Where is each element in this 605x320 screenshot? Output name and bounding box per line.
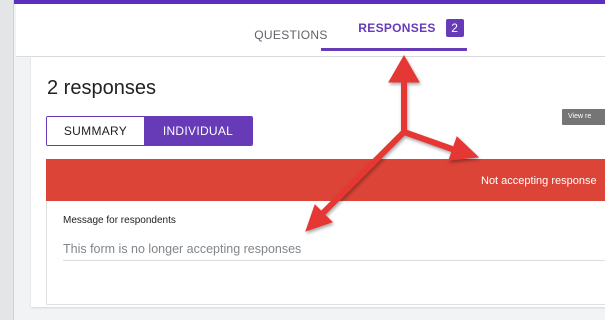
not-accepting-banner: Not accepting response [46, 159, 605, 201]
message-underline [63, 260, 605, 261]
responses-count-badge: 2 [445, 19, 464, 37]
individual-button[interactable]: INDIVIDUAL [144, 117, 252, 145]
message-input[interactable]: This form is no longer accepting respons… [63, 242, 301, 256]
message-label: Message for respondents [63, 215, 176, 226]
tab-questions-label: QUESTIONS [254, 28, 328, 42]
form-tabs: QUESTIONS RESPONSES 2 [16, 4, 605, 57]
responses-title: 2 responses [47, 77, 156, 99]
window-edge [0, 0, 14, 320]
tab-responses-label: RESPONSES [358, 21, 436, 35]
summary-individual-toggle: SUMMARY INDIVIDUAL [46, 116, 253, 146]
active-tab-indicator [321, 48, 467, 51]
summary-button[interactable]: SUMMARY [47, 117, 144, 145]
forms-window: QUESTIONS RESPONSES 2 2 responses SUMMAR… [0, 0, 605, 320]
view-responses-button[interactable]: View re [562, 109, 605, 125]
not-accepting-text: Not accepting response [481, 175, 597, 187]
